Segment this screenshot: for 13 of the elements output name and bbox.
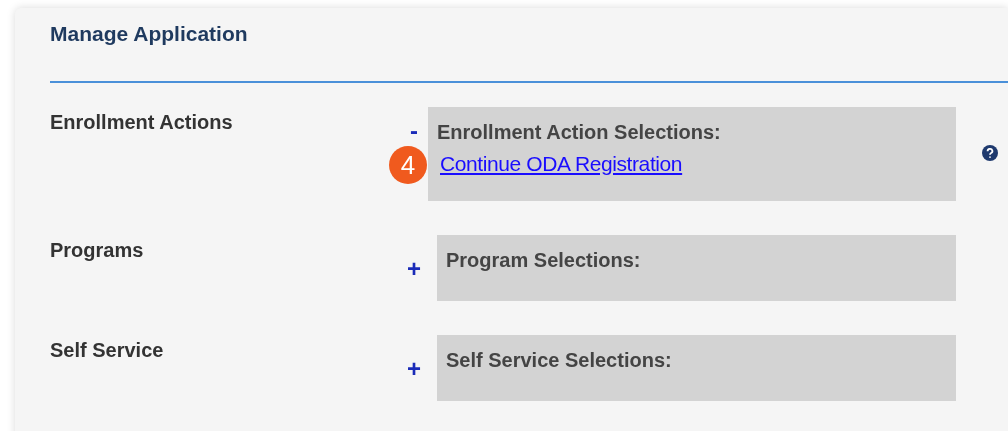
row-label: Enrollment Actions	[50, 111, 234, 134]
step-badge: 4	[389, 146, 427, 184]
expand-toggle[interactable]: +	[400, 355, 428, 383]
panel-heading: Program Selections:	[446, 249, 642, 272]
registration-link[interactable]: Continue ODA Registration	[440, 152, 683, 175]
section-title: Manage Application	[50, 22, 249, 47]
panel-heading: Self Service Selections:	[446, 349, 673, 372]
panel-heading: Enrollment Action Selections:	[437, 121, 722, 144]
row-label: Self Service	[50, 339, 165, 362]
row-label: Programs	[50, 239, 145, 262]
expand-toggle[interactable]: -	[400, 117, 428, 145]
expand-toggle[interactable]: +	[400, 255, 428, 283]
help-icon[interactable]	[982, 145, 998, 161]
